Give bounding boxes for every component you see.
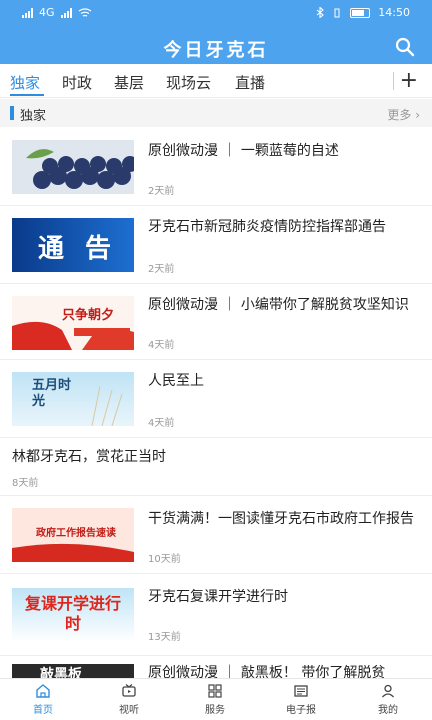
news-title: 原创微动漫 ｜ 敲黑板！ 带你了解脱贫	[148, 665, 386, 678]
tab-exclusive[interactable]: 独家	[10, 72, 40, 93]
news-item[interactable]: 政府工作报告速读 干货满满！一图读懂牙克石市政府工作报告 10天前	[0, 496, 432, 574]
app-header: 4G 14:50 今日牙克石	[0, 0, 432, 64]
news-title: 干货满满！一图读懂牙克石市政府工作报告	[148, 511, 414, 527]
add-channel-icon[interactable]: +	[400, 70, 418, 92]
news-item[interactable]: 通 告 牙克石市新冠肺炎疫情防控指挥部通告 2天前	[0, 206, 432, 284]
signal-icon	[22, 7, 33, 18]
news-time: 10天前	[148, 554, 181, 565]
news-item[interactable]: 复课开学进行时 牙克石复课开学进行时 13天前	[0, 574, 432, 656]
news-item[interactable]: 只争朝夕 原创微动漫 ｜ 小编带你了解脱贫攻坚知识 4天前	[0, 284, 432, 360]
news-title: 牙克石市新冠肺炎疫情防控指挥部通告	[148, 219, 386, 235]
news-title: 牙克石复课开学进行时	[148, 589, 288, 605]
news-time: 2天前	[148, 186, 175, 197]
section-title: 独家	[20, 109, 47, 124]
newspaper-icon	[294, 685, 308, 697]
news-item[interactable]: 敲黑板 原创微动漫 ｜ 敲黑板！ 带你了解脱贫	[0, 656, 432, 678]
wifi-icon	[78, 7, 91, 17]
chevron-right-icon: ›	[415, 108, 420, 122]
blueberry-thumbnail	[12, 140, 134, 194]
search-icon[interactable]	[394, 36, 416, 58]
section-marker	[10, 106, 14, 120]
news-title: 原创微动漫 ｜ 一颗蓝莓的自述	[148, 143, 339, 159]
tab-divider	[393, 72, 394, 90]
app-title: 今日牙克石	[163, 40, 269, 61]
tab-grassroots[interactable]: 基层	[114, 72, 144, 93]
nav-home[interactable]: 首页	[13, 683, 73, 716]
tab-live-cloud[interactable]: 现场云	[166, 72, 211, 93]
bluetooth-icon	[316, 7, 325, 18]
notice-thumbnail: 通 告	[12, 218, 134, 272]
status-bar: 4G 14:50	[0, 0, 432, 26]
status-time: 14:50	[378, 6, 410, 19]
nav-e-paper[interactable]: 电子报	[271, 683, 331, 716]
news-title: 人民至上	[148, 373, 204, 389]
news-item[interactable]: 林都牙克石，赏花正当时 8天前	[0, 438, 432, 496]
home-icon	[36, 684, 50, 698]
bottom-nav: 首页 视听 服务 电子报 我的	[0, 678, 432, 720]
nav-profile[interactable]: 我的	[358, 683, 418, 716]
gov-report-thumbnail: 政府工作报告速读	[12, 508, 134, 562]
news-time: 13天前	[148, 632, 181, 643]
battery-icon	[350, 7, 371, 18]
news-time: 4天前	[148, 418, 175, 429]
user-icon	[382, 684, 394, 698]
tv-icon	[122, 684, 136, 697]
more-link[interactable]: 更多 ›	[387, 106, 420, 123]
news-title: 原创微动漫 ｜ 小编带你了解脱贫攻坚知识	[148, 297, 409, 313]
news-time: 4天前	[148, 340, 175, 351]
may-time-thumbnail: 五月时光	[12, 372, 134, 426]
news-item[interactable]: 五月时光 人民至上 4天前	[0, 360, 432, 438]
active-tab-indicator	[10, 94, 44, 96]
grid-icon	[208, 684, 222, 698]
tab-live[interactable]: 直播	[235, 72, 265, 93]
school-reopen-thumbnail: 复课开学进行时	[12, 588, 134, 642]
vibrate-icon	[334, 8, 340, 17]
section-header: 独家 更多 ›	[0, 99, 432, 127]
news-time: 8天前	[12, 478, 39, 489]
news-time: 2天前	[148, 264, 175, 275]
nav-video[interactable]: 视听	[99, 683, 159, 716]
signal-icon-2	[60, 7, 72, 18]
tab-politics[interactable]: 时政	[62, 72, 92, 93]
nav-services[interactable]: 服务	[185, 683, 245, 716]
poverty-thumbnail: 只争朝夕	[12, 296, 134, 350]
news-title: 林都牙克石，赏花正当时	[12, 449, 166, 465]
blackboard-thumbnail: 敲黑板	[12, 664, 134, 678]
news-item[interactable]: 原创微动漫 ｜ 一颗蓝莓的自述 2天前	[0, 128, 432, 206]
category-tabs: 独家 时政 基层 现场云 直播 +	[0, 64, 432, 98]
network-label: 4G	[39, 6, 55, 19]
